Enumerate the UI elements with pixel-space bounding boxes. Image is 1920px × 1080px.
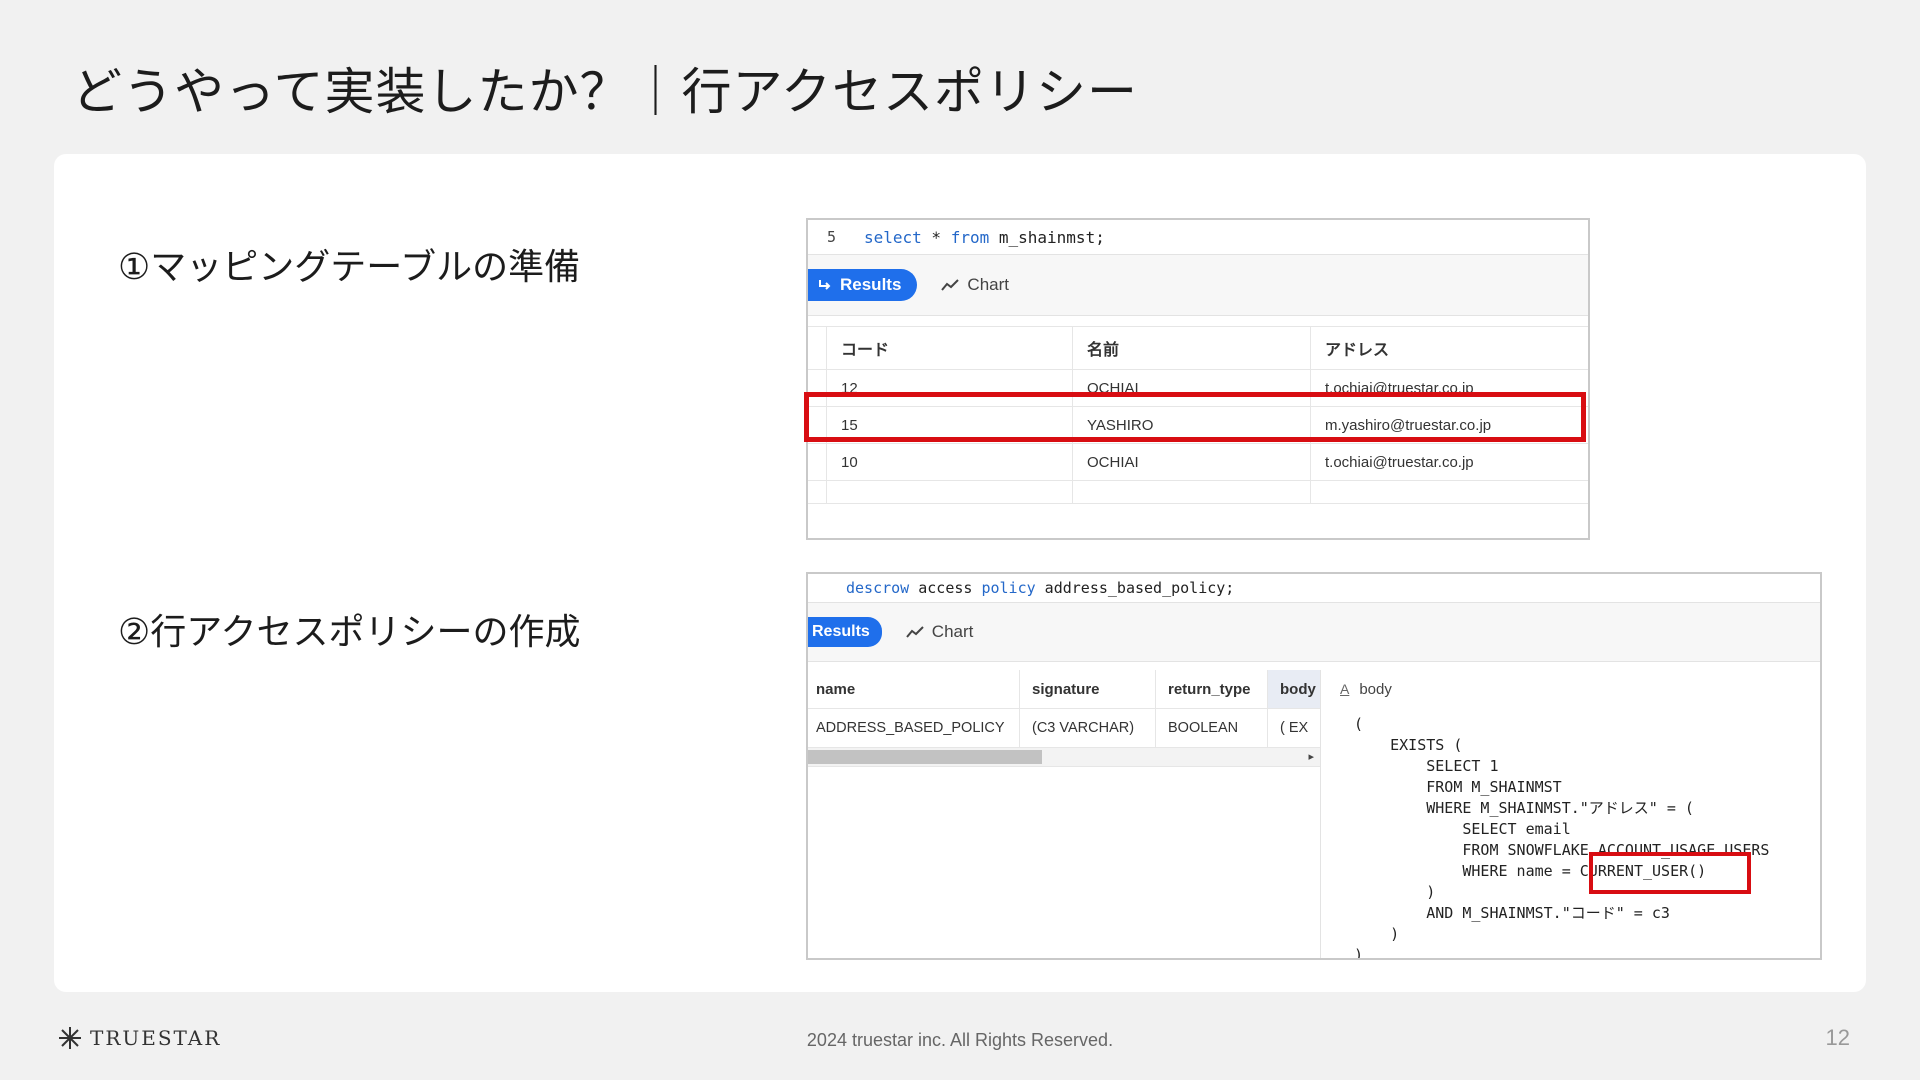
slide-title: どうやって実装したか？｜行アクセスポリシー xyxy=(72,63,1138,121)
table-row[interactable]: 10 OCHIAI t.ochiai@truestar.co.jp xyxy=(808,444,1588,481)
column-header-name[interactable]: 名前 xyxy=(1073,327,1311,369)
highlight-box-yashiro-row xyxy=(804,392,1586,442)
table-row[interactable]: ADDRESS_BASED_POLICY (C3 VARCHAR) BOOLEA… xyxy=(808,709,1320,748)
sql-keyword: row xyxy=(882,579,910,597)
sql-keyword: select xyxy=(864,227,922,247)
column-header-name[interactable]: name xyxy=(808,670,1020,708)
chart-tab[interactable]: Chart xyxy=(906,622,974,642)
sql-text: access xyxy=(909,579,982,597)
sql-editor[interactable]: 5 select * from m_shainmst; xyxy=(808,220,1588,255)
policy-results-grid: name signature return_type body ADDRESS_… xyxy=(808,670,1321,958)
grid-header: name signature return_type body xyxy=(808,670,1320,709)
step-2-label: ②行アクセスポリシーの作成 xyxy=(118,612,581,653)
result-tabs: Results Chart xyxy=(808,603,1820,662)
body-panel-header: A body xyxy=(1332,670,1820,708)
body-panel-title: body xyxy=(1359,680,1392,698)
grid-header: コード 名前 アドレス xyxy=(808,326,1588,370)
cell-empty xyxy=(827,481,1073,503)
column-header-code[interactable]: コード xyxy=(827,327,1073,369)
sql-keyword: from xyxy=(950,227,990,247)
cell-name: OCHIAI xyxy=(1073,444,1311,480)
cell-return-type: BOOLEAN xyxy=(1156,709,1268,747)
row-access-policy-screenshot: desc row access policy address_based_pol… xyxy=(806,572,1822,960)
sql-text: * xyxy=(921,227,951,247)
cell-empty xyxy=(1311,481,1588,503)
policy-body-code: ( EXISTS ( SELECT 1 FROM M_SHAINMST WHER… xyxy=(1354,715,1770,960)
arrow-return-icon xyxy=(819,280,831,290)
results-tab-label: Results xyxy=(840,275,902,294)
sql-text: m_shainmst; xyxy=(989,227,1105,247)
column-header-address[interactable]: アドレス xyxy=(1311,327,1588,369)
horizontal-scrollbar[interactable]: ▸ xyxy=(808,748,1320,767)
result-tabs: Results Chart xyxy=(808,255,1588,316)
chart-tab-label: Chart xyxy=(967,275,1009,294)
row-gutter xyxy=(808,444,827,480)
results-tab-label: Results xyxy=(812,623,870,640)
column-header-return-type[interactable]: return_type xyxy=(1156,670,1268,708)
line-number: 5 xyxy=(826,228,836,246)
cell-empty xyxy=(1073,481,1311,503)
scroll-right-icon[interactable]: ▸ xyxy=(1308,748,1314,766)
page-number: 12 xyxy=(1825,1025,1850,1050)
cell-name: ADDRESS_BASED_POLICY xyxy=(808,709,1020,747)
step-1-label: ①マッピングテーブルの準備 xyxy=(118,247,581,288)
cell-address: t.ochiai@truestar.co.jp xyxy=(1325,453,1474,471)
table-row-empty xyxy=(808,481,1588,504)
column-header-signature[interactable]: signature xyxy=(1020,670,1156,708)
sql-keyword: desc xyxy=(846,579,883,597)
sql-editor[interactable]: desc row access policy address_based_pol… xyxy=(808,574,1820,603)
copyright-text: 2024 truestar inc. All Rights Reserved. xyxy=(806,1030,1114,1050)
highlight-box-current-user xyxy=(1589,852,1751,894)
chart-tab[interactable]: Chart xyxy=(941,275,1009,295)
cell-code: 10 xyxy=(827,444,1073,480)
row-gutter xyxy=(808,481,827,503)
body-detail-panel: A body ( EXISTS ( SELECT 1 FROM M_SHAINM… xyxy=(1332,670,1820,960)
scroll-thumb[interactable] xyxy=(808,750,1042,764)
mapping-table-screenshot: 5 select * from m_shainmst; Results Char… xyxy=(806,218,1590,540)
chart-tab-label: Chart xyxy=(931,622,974,641)
results-tab[interactable]: Results xyxy=(808,269,918,301)
cell-signature: (C3 VARCHAR) xyxy=(1020,709,1156,747)
sql-keyword: policy xyxy=(981,579,1036,597)
sql-text: address_based_policy; xyxy=(1035,579,1235,597)
cell-body[interactable]: ( EX xyxy=(1268,709,1320,747)
results-tab[interactable]: Results xyxy=(808,617,882,647)
column-header-body[interactable]: body xyxy=(1268,670,1320,708)
chart-trend-icon xyxy=(906,626,924,638)
row-gutter xyxy=(808,327,827,369)
text-type-icon: A xyxy=(1340,681,1350,697)
chart-trend-icon xyxy=(941,279,960,291)
